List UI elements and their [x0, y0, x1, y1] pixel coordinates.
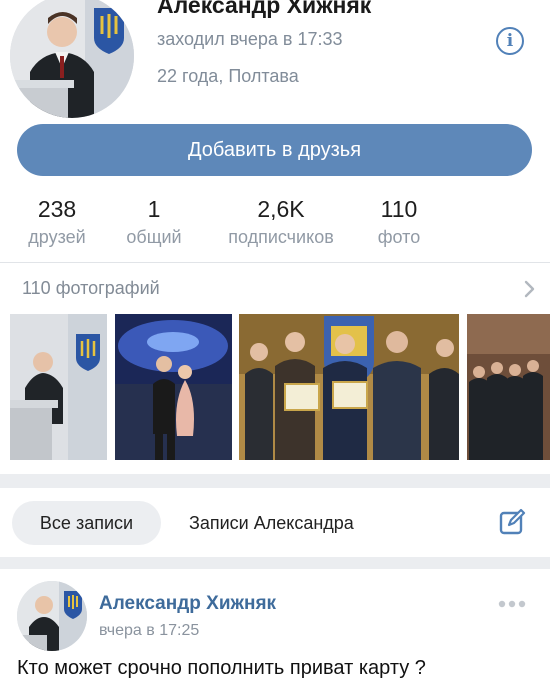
photos-section-title[interactable]: 110 фотографий	[22, 278, 160, 299]
counter-value: 2,6K	[257, 196, 305, 222]
counter-label: общий	[126, 227, 182, 247]
counter-value: 1	[147, 196, 161, 222]
more-dots-icon[interactable]	[497, 598, 527, 610]
counter-value: 238	[37, 196, 77, 222]
profile-details: 22 года, Полтава	[157, 66, 299, 86]
photo-thumbnail[interactable]	[115, 314, 232, 460]
counter-mutual[interactable]: 1 общий	[118, 196, 190, 250]
chevron-right-icon[interactable]	[520, 279, 538, 299]
divider	[0, 262, 550, 263]
profile-avatar[interactable]	[10, 0, 134, 118]
counter-label: фото	[377, 227, 421, 247]
info-icon[interactable]: i	[496, 27, 524, 55]
add-friend-button[interactable]: Добавить в друзья	[17, 124, 532, 176]
tab-user-posts[interactable]: Записи Александра	[189, 501, 354, 545]
post-text: Кто может срочно пополнить приват карту …	[17, 657, 426, 679]
photo-thumbnail[interactable]	[467, 314, 550, 460]
post-author-avatar[interactable]	[17, 581, 87, 651]
photo-thumbnail[interactable]	[10, 314, 107, 460]
counter-value: 110	[380, 196, 418, 222]
counter-label: подписчиков	[228, 227, 334, 247]
section-gap	[0, 474, 550, 488]
counter-followers[interactable]: 2,6K подписчиков	[212, 196, 350, 250]
last-seen-status: заходил вчера в 17:33	[157, 29, 343, 49]
counter-photos[interactable]: 110 фото	[368, 196, 430, 250]
edit-icon[interactable]	[498, 508, 526, 536]
post-author-name[interactable]: Александр Хижняк	[99, 593, 276, 615]
tab-all-posts[interactable]: Все записи	[12, 501, 161, 545]
post-timestamp: вчера в 17:25	[99, 622, 200, 639]
counter-friends[interactable]: 238 друзей	[20, 196, 94, 250]
photo-thumbnail[interactable]	[239, 314, 459, 460]
avatar-photo	[10, 0, 134, 118]
counter-label: друзей	[28, 227, 86, 247]
section-gap	[0, 557, 550, 569]
profile-name: Александр Хижняк	[157, 0, 372, 18]
